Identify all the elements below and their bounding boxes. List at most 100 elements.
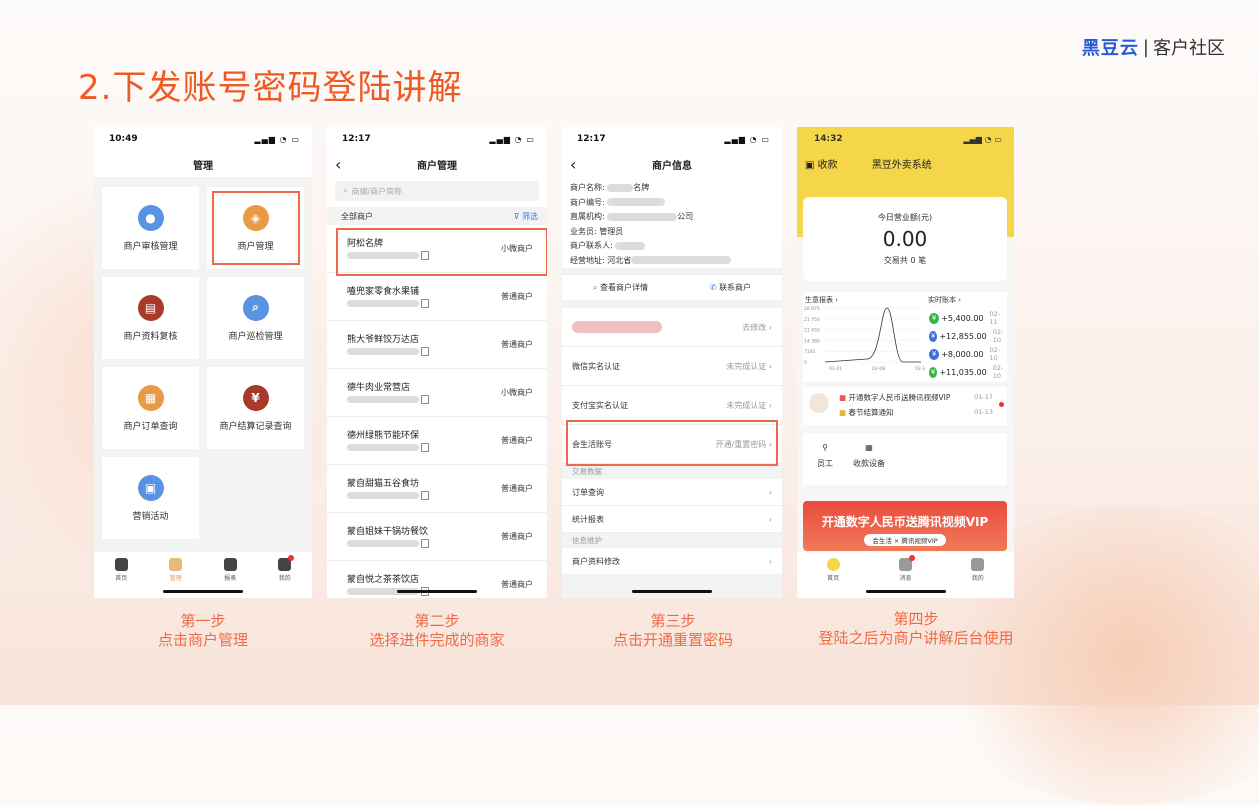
message-icon (898, 555, 915, 571)
brand-community: 客户社区 (1153, 38, 1225, 59)
merchant-row[interactable]: 阿松名牌 小微商户 (327, 225, 547, 273)
tile-marketing[interactable]: ▣ 营销活动 (102, 457, 199, 539)
settings-row[interactable]: 去修改 › (562, 308, 782, 347)
chevron-right-icon: › (768, 556, 772, 566)
tab-label: 首页 (115, 575, 128, 582)
notice-panel[interactable]: ■ 开通数字人民币送腾讯视频VIP 01-17 ■ 春节结算通知 01-13 (803, 387, 1007, 425)
contact-merchant-button[interactable]: ✆ 联系商户 (710, 282, 751, 293)
notice-date: 01-13 (974, 408, 993, 416)
merchant-row[interactable]: 德牛肉业常营店 小微商户 (327, 369, 547, 417)
tile-label: 商户资料复核 (123, 331, 178, 342)
back-icon[interactable]: ‹ (335, 155, 341, 174)
tile-label: 商户管理 (237, 241, 274, 252)
caption-desc: 登陆之后为商户讲解后台使用 (818, 629, 1014, 647)
document-icon (421, 299, 429, 308)
merchant-type: 普通商户 (501, 580, 533, 589)
tile-merchant-management[interactable]: ◈ 商户管理 (207, 187, 304, 269)
banner-subtitle: 会生活 × 腾讯视频VIP (864, 534, 946, 546)
action-label: 联系商户 (719, 283, 752, 292)
ledger-entry[interactable]: ¥ +5,400.00 02-11 (929, 310, 1007, 326)
today-label: 今日营业额(元) (877, 213, 933, 222)
ledger-entry[interactable]: ¥ +11,035.00 02-10 (929, 364, 1007, 380)
staff-button[interactable]: ⚲ 员工 (817, 443, 833, 485)
phone-screen-3: 12:17 ▂▄▆ ◔ ▭ ‹ 商户信息 商户名称: 名牌 商户编号: 直属机构: … (562, 127, 782, 598)
alert-icon: ■ (839, 393, 847, 402)
back-icon[interactable]: ‹ (570, 155, 576, 174)
blurred-id (347, 492, 419, 499)
search-input[interactable]: ⌕ 商编/商户简称 (335, 181, 539, 201)
merchant-name: 蒙自甜猫五谷食坊 (347, 479, 420, 489)
y-tick-label: 14 380 (804, 338, 820, 344)
info-row: 业务员: 管理员 (570, 225, 774, 240)
view-detail-button[interactable]: ⌕ 查看商户详情 (593, 282, 648, 293)
notice-text: 春节结算通知 (848, 408, 894, 417)
tile-merchant-inspection[interactable]: ⌕ 商户巡检管理 (207, 277, 304, 359)
tile-merchant-orders[interactable]: ▦ 商户订单查询 (102, 367, 199, 449)
page-title: 2.下发账号密码登陆讲解 (78, 68, 463, 108)
phone-screen-4: 14:32 ▂▄▆ ◔ ▭ ▣ 收款 黑豆外卖系统 今日营业额(元) 0.00 交易… (797, 127, 1014, 598)
ledger-link[interactable]: 实时账本 › (928, 295, 961, 305)
notice-date: 01-17 (974, 393, 993, 401)
blurred-label (572, 321, 662, 333)
tile-settlement-records[interactable]: ¥ 商户结算记录查询 (207, 367, 304, 449)
stats-report-row[interactable]: 统计报表 › (562, 506, 782, 533)
notice-item[interactable]: ■ 开通数字人民币送腾讯视频VIP (839, 392, 950, 403)
blurred-id (347, 444, 419, 451)
device-button[interactable]: ▦ 收款设备 (853, 443, 885, 485)
tile-merchant-data-review[interactable]: ▤ 商户资料复核 (102, 277, 199, 359)
merchant-row[interactable]: 蒙自姐妹干锅坊餐饮 普通商户 (327, 513, 547, 561)
revenue-line-chart: 28 975 21 750 21 650 14 380 7165 0 02-01 02-08 0… (804, 306, 925, 372)
today-revenue-card: 今日营业额(元) 0.00 交易共 0 笔 (803, 197, 1007, 281)
notice-item[interactable]: ■ 春节结算通知 (839, 407, 893, 418)
home-icon (826, 558, 840, 571)
qr-icon: ▦ (865, 443, 873, 452)
home-icon (114, 558, 128, 571)
caption-step-3: 第三步 点击开通重置密码 (590, 612, 756, 650)
bell-icon: ■ (839, 408, 847, 417)
edit-data-row[interactable]: 商户资料修改 › (562, 548, 782, 575)
tile-merchant-review[interactable]: ● 商户审核管理 (102, 187, 199, 269)
tool-label: 员工 (817, 459, 833, 468)
nav-title: 商户管理 (417, 160, 457, 172)
tab-home[interactable]: 首页 (826, 558, 840, 598)
ledger-entry[interactable]: ¥ +8,000.00 02-10 (929, 346, 1007, 362)
caption-step: 第三步 (650, 612, 696, 630)
y-tick-label: 28 975 (804, 306, 820, 312)
tile-label: 营销活动 (132, 511, 169, 522)
info-label: 商户名称: (570, 183, 605, 192)
merchant-name: 熊大爷鲜饺万达店 (347, 335, 420, 345)
merchant-row[interactable]: 蒙自甜猫五谷食坊普通商户 (327, 465, 547, 513)
merchant-row[interactable]: 德州绿熊节能环保 普通商户 (327, 417, 547, 465)
info-row: 商户联系人: (570, 239, 774, 254)
y-tick-label: 0 (804, 360, 807, 366)
ledger-entry[interactable]: ¥ +12,855.00 02-10 (929, 328, 1007, 344)
tile-label: 商户结算记录查询 (219, 421, 292, 432)
tab-home[interactable]: 首页 (114, 558, 128, 598)
promo-banner[interactable]: 开通数字人民币送腾讯视频VIP 会生活 × 腾讯视频VIP (803, 501, 1007, 551)
order-icon: ▦ (137, 384, 164, 411)
alipay-auth-row[interactable]: 支付宝实名认证 未完成认证 › (562, 386, 782, 425)
merchant-type: 普通商户 (501, 484, 533, 493)
nav-title: 黑豆外卖系统 (871, 159, 932, 171)
info-label: 经营地址: (570, 255, 605, 265)
order-query-row[interactable]: 订单查询 › (562, 479, 782, 506)
search-icon: ⌕ (592, 283, 598, 292)
status-time: 14:32 (814, 134, 843, 144)
filter-button[interactable]: ⊽ 筛选 (514, 211, 538, 222)
info-label: 商户联系人: (570, 241, 613, 250)
signal-icon: ▂▄▆ ◔ ▭ (254, 134, 300, 144)
tile-label: 商户巡检管理 (228, 331, 283, 342)
ledger-amount: +5,400.00 (941, 313, 984, 323)
merchant-row[interactable]: 熊大爷鲜饺万达店 普通商户 (327, 321, 547, 369)
payment-icon: ¥ (929, 366, 938, 378)
life-account-row[interactable]: 会生活账号 开通/重置密码 › (562, 425, 782, 464)
merchant-row[interactable]: 嗑兜家零食水果铺 普通商户 (327, 273, 547, 321)
row-status: 去修改 (742, 322, 767, 332)
tab-mine[interactable]: 我的 (971, 558, 985, 598)
tab-label: 我的 (971, 575, 984, 582)
tab-mine[interactable]: 我的 (278, 555, 295, 598)
tile-label: 商户审核管理 (123, 241, 178, 252)
wechat-auth-row[interactable]: 微信实名认证 未完成认证 › (562, 347, 782, 386)
receive-button[interactable]: ▣ 收款 (805, 156, 838, 171)
info-label: 直属机构: (570, 212, 605, 221)
